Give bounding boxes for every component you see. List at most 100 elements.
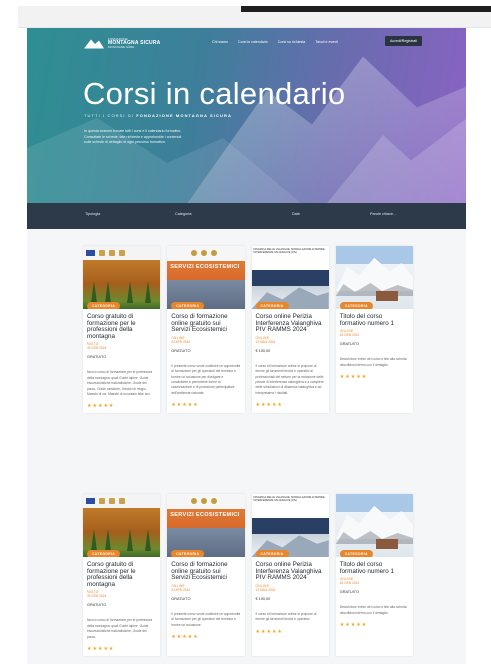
category-badge: CATEGORIA xyxy=(171,550,205,557)
course-thumbnail-forest[interactable]: CATEGORIA xyxy=(83,246,161,309)
hero-banner: FONDAZIONE MONTAGNA SICURA MONTAGNE SÛRE… xyxy=(27,28,466,203)
course-date: 30 GEN 2024 xyxy=(87,594,107,599)
course-title[interactable]: Corso gratuito di formazione per le prof… xyxy=(87,313,156,340)
nav-item-tavoli-eventi[interactable]: Tavoli e eventi xyxy=(315,40,338,44)
course-card-body: Titolo del corso formativo numero 1 ONLIN… xyxy=(336,557,413,632)
course-card[interactable]: CATEGORIA Corso gratuito di formazione pe… xyxy=(83,246,161,414)
course-title[interactable]: Corso online Perizia Interferenza Valang… xyxy=(256,313,325,334)
partner-logo-icon xyxy=(211,498,218,504)
logos-strip xyxy=(83,246,161,260)
course-date: 13 MAG 2024 xyxy=(255,339,276,344)
course-thumbnail-eco[interactable]: SERVIZI ECOSISTEMICI CATEGORIA xyxy=(167,246,245,309)
hero-description: In questa sezione trovate tutti i corsi … xyxy=(84,129,182,145)
browser-top-bar xyxy=(18,6,491,28)
course-card[interactable]: CATEGORIA Titolo del corso formativo nume… xyxy=(335,494,413,656)
course-price: GRATUITO xyxy=(87,603,107,608)
course-price: GRATUITO xyxy=(87,355,107,360)
partner-logo-icon xyxy=(211,250,218,256)
nav-item-corsi-calendario[interactable]: Corsi in calendario xyxy=(238,40,268,44)
course-card-body: Titolo del corso formativo numero 1 ONLIN… xyxy=(336,309,413,384)
screenshot-frame: FONDAZIONE MONTAGNA SICURA MONTAGNE SÛRE… xyxy=(0,0,491,664)
logos-strip xyxy=(191,250,218,256)
nav-item-corsi-richiesta[interactable]: Corsi su richiesta xyxy=(278,40,306,44)
course-card-body: Corso gratuito di formazione per le prof… xyxy=(83,309,160,413)
rating-stars: ★★★★★ xyxy=(171,402,199,409)
course-card-body: Corso di formazione online gratuito sui … xyxy=(167,309,244,412)
course-price: GRATUITO xyxy=(171,596,191,601)
course-thumbnail-snow[interactable]: CATEGORIA xyxy=(335,494,413,557)
course-card[interactable]: CATEGORIA Titolo del corso formativo nume… xyxy=(335,246,413,414)
course-description: Il corso di formazione online si propone… xyxy=(255,363,324,395)
course-thumbnail-eco[interactable]: SERVIZI ECOSISTEMICI CATEGORIA xyxy=(167,494,245,557)
course-title[interactable]: Titolo del corso formativo numero 1 xyxy=(340,561,409,575)
course-date: 18 GEN 2024 xyxy=(339,581,360,586)
tree-shape xyxy=(145,529,151,551)
partner-logo-icon xyxy=(201,498,208,504)
hut-shape xyxy=(375,291,398,301)
partner-logo-icon xyxy=(191,498,198,504)
course-description: Nuovo corso di formazione per le profess… xyxy=(87,618,153,639)
course-title[interactable]: Corso gratuito di formazione per le prof… xyxy=(87,561,156,588)
course-description: Nuovo corso di formazione per le profess… xyxy=(87,370,153,396)
web-page: FONDAZIONE MONTAGNA SICURA MONTAGNE SÛRE… xyxy=(27,28,466,664)
course-price: GRATUITO xyxy=(339,590,360,595)
tree-shape xyxy=(127,281,133,303)
filter-bar: Tipologia Categoria Date Parole chiave… xyxy=(27,203,466,229)
thumbnail-label: SERVIZI ECOSISTEMICI xyxy=(170,512,240,518)
rating-stars: ★★★★★ xyxy=(255,628,283,635)
category-badge: CATEGORIA xyxy=(87,550,121,557)
course-description: Il presente corso vuole costituire un'op… xyxy=(171,611,241,627)
course-title[interactable]: Corso di formazione online gratuito sui … xyxy=(171,561,240,582)
course-grid-row: CATEGORIA Corso gratuito di formazione pe… xyxy=(83,494,413,656)
course-description: Descrizione breve del corso e link alla … xyxy=(339,357,407,367)
course-card-body: Corso online Perizia Interferenza Valang… xyxy=(252,557,329,639)
tree-shape xyxy=(105,529,111,551)
course-card[interactable]: SERVIZI ECOSISTEMICI CATEGORIA Corso di fo… xyxy=(167,246,245,414)
rating-stars: ★★★★★ xyxy=(339,374,368,380)
rating-stars: ★★★★★ xyxy=(339,622,368,628)
course-title[interactable]: Corso online Perizia Interferenza Valang… xyxy=(256,561,325,582)
filter-keywords[interactable]: Parole chiave… xyxy=(370,212,397,216)
partner-logo-icon xyxy=(99,498,105,504)
course-date: 13 MAG 2024 xyxy=(255,587,276,592)
course-date: 30 GEN 2024 xyxy=(87,346,107,351)
course-card[interactable]: SERVIZI ECOSISTEMICI CATEGORIA Corso di fo… xyxy=(167,494,245,656)
course-thumbnail-snow[interactable]: CATEGORIA xyxy=(335,246,413,309)
browser-dark-strip xyxy=(241,6,491,12)
site-logo[interactable]: FONDAZIONE MONTAGNA SICURA MONTAGNE SÛRE xyxy=(84,38,160,49)
thumbnail-header-text: DINAMICA DELLE VALANGHE, MODELLAZIONE E … xyxy=(253,496,325,503)
partner-logo-icon xyxy=(119,498,125,504)
course-thumbnail-forest[interactable]: CATEGORIA xyxy=(83,494,161,557)
logo-sub-text: MONTAGNE SÛRE xyxy=(108,45,135,49)
course-thumbnail-perizia[interactable]: DINAMICA DELLE VALANGHE, MODELLAZIONE E … xyxy=(251,246,329,309)
course-title[interactable]: Titolo del corso formativo numero 1 xyxy=(340,313,409,327)
tree-shape xyxy=(91,281,97,303)
logo-text: FONDAZIONE MONTAGNA SICURA MONTAGNE SÛRE xyxy=(108,38,160,49)
filter-tipologia[interactable]: Tipologia xyxy=(85,212,100,216)
login-button[interactable]: Accedi/Registrati xyxy=(385,36,422,46)
course-card[interactable]: DINAMICA DELLE VALANGHE, MODELLAZIONE E … xyxy=(251,246,329,414)
category-badge: CATEGORIA xyxy=(255,550,289,557)
category-badge: CATEGORIA xyxy=(87,302,121,309)
tree-shape xyxy=(91,529,97,551)
course-date: 18 GEN 2024 xyxy=(339,333,360,338)
course-thumbnail-perizia[interactable]: DINAMICA DELLE VALANGHE, MODELLAZIONE E … xyxy=(251,494,329,557)
course-card-body: Corso gratuito di formazione per le prof… xyxy=(83,557,160,656)
breadcrumb: TUTTI I CORSI DI FONDAZIONE MONTAGNA SIC… xyxy=(84,113,232,118)
thumbnail-header-text: DINAMICA DELLE VALANGHE, MODELLAZIONE E … xyxy=(253,248,325,255)
thumbnail-label: SERVIZI ECOSISTEMICI xyxy=(170,264,240,270)
breadcrumb-org[interactable]: FONDAZIONE MONTAGNA SICURA xyxy=(136,113,232,118)
course-date: 04 APR 2024 xyxy=(171,587,191,592)
course-title[interactable]: Corso di formazione online gratuito sui … xyxy=(171,313,240,334)
filter-categoria[interactable]: Categoria xyxy=(175,212,191,216)
course-card[interactable]: CATEGORIA Corso gratuito di formazione pe… xyxy=(83,494,161,656)
nav-item-chi-siamo[interactable]: Chi siamo xyxy=(212,40,228,44)
filter-date[interactable]: Date xyxy=(292,212,300,216)
tree-shape xyxy=(127,529,133,551)
mountain-logo-icon xyxy=(84,39,104,49)
hut-shape xyxy=(375,539,398,549)
course-card[interactable]: DINAMICA DELLE VALANGHE, MODELLAZIONE E … xyxy=(251,494,329,656)
eu-flag-icon xyxy=(86,498,95,504)
tree-shape xyxy=(105,281,111,303)
partner-logo-icon xyxy=(99,250,105,256)
